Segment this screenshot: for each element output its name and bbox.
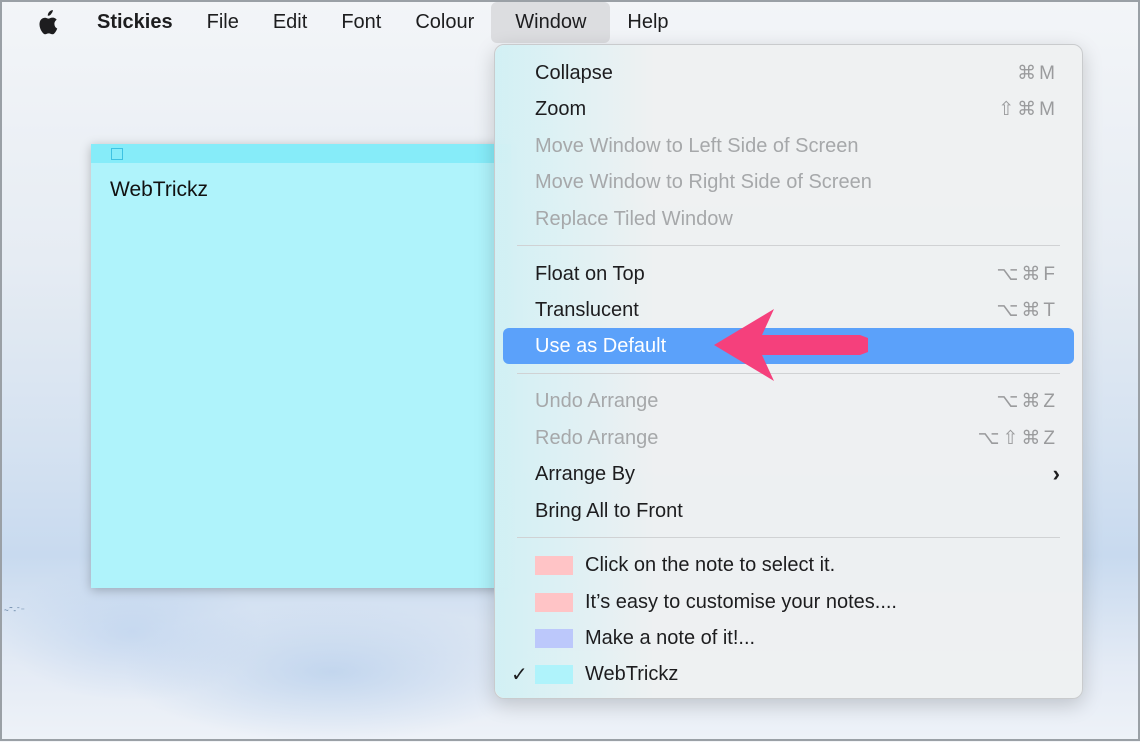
menu-item-label: Use as Default — [535, 334, 667, 357]
menu-item-move-right: Move Window to Right Side of Screen — [503, 164, 1074, 200]
shortcut-label: ⇧⌘M — [998, 98, 1058, 120]
menu-file[interactable]: File — [190, 2, 256, 43]
menu-item-note[interactable]: ✓ WebTrickz — [503, 656, 1074, 692]
menu-item-note[interactable]: Click on the note to select it. — [503, 547, 1074, 583]
menu-font[interactable]: Font — [324, 2, 398, 43]
wallpaper-birds: ~˜-ˉ⁻ — [4, 606, 26, 615]
menu-item-label: Redo Arrange — [535, 426, 659, 449]
menu-item-collapse[interactable]: Collapse ⌘M — [503, 55, 1074, 91]
menu-separator — [517, 537, 1060, 538]
chevron-right-icon: › — [1052, 461, 1060, 486]
shortcut-label: ⌘M — [1017, 62, 1058, 84]
menu-item-note[interactable]: It’s easy to customise your notes.... — [503, 584, 1074, 620]
shortcut-label: ⌥⌘T — [996, 299, 1058, 321]
menu-window[interactable]: Window — [491, 2, 611, 43]
menu-item-label: Arrange By — [535, 462, 636, 485]
menu-item-label: Move Window to Left Side of Screen — [535, 134, 859, 157]
note-title: It’s easy to customise your notes.... — [585, 590, 897, 613]
menu-item-label: Undo Arrange — [535, 389, 659, 412]
menu-edit[interactable]: Edit — [256, 2, 324, 43]
sticky-title-bar[interactable] — [91, 144, 511, 163]
note-color-swatch — [535, 664, 573, 684]
wallpaper-cloud — [122, 602, 542, 742]
menu-item-arrange-by[interactable]: Arrange By › — [503, 456, 1074, 492]
menu-bar: Stickies File Edit Font Colour Window He… — [2, 2, 1138, 43]
note-title: Make a note of it!... — [585, 626, 756, 649]
menu-item-replace-tiled: Replace Tiled Window — [503, 201, 1074, 237]
menu-item-undo-arrange: Undo Arrange ⌥⌘Z — [503, 383, 1074, 419]
checkmark-icon: ✓ — [511, 663, 528, 686]
menu-item-redo-arrange: Redo Arrange ⌥⇧⌘Z — [503, 420, 1074, 456]
pink-arrow-annotation-icon — [714, 309, 868, 381]
shortcut-label: ⌥⇧⌘Z — [977, 427, 1058, 449]
sticky-note-window[interactable]: WebTrickz — [91, 144, 511, 588]
note-title: Click on the note to select it. — [585, 553, 836, 576]
menu-item-note[interactable]: Make a note of it!... — [503, 620, 1074, 656]
menu-item-label: Translucent — [535, 298, 639, 321]
menu-help[interactable]: Help — [610, 2, 685, 43]
menu-item-zoom[interactable]: Zoom ⇧⌘M — [503, 91, 1074, 127]
shortcut-label: ⌥⌘F — [996, 263, 1058, 285]
menu-item-move-left: Move Window to Left Side of Screen — [503, 128, 1074, 164]
sticky-note-text[interactable]: WebTrickz — [110, 178, 208, 202]
menu-item-label: Bring All to Front — [535, 499, 683, 522]
menu-item-label: Float on Top — [535, 262, 645, 285]
menu-colour[interactable]: Colour — [398, 2, 491, 43]
note-color-swatch — [535, 592, 573, 612]
note-title: WebTrickz — [585, 662, 679, 685]
menu-item-label: Collapse — [535, 61, 613, 84]
note-color-swatch — [535, 555, 573, 575]
menu-item-float-on-top[interactable]: Float on Top ⌥⌘F — [503, 256, 1074, 292]
note-color-swatch — [535, 628, 573, 648]
apple-logo-icon[interactable] — [2, 2, 80, 43]
menu-stickies[interactable]: Stickies — [80, 2, 190, 43]
menu-item-bring-all-to-front[interactable]: Bring All to Front — [503, 493, 1074, 529]
menu-separator — [517, 245, 1060, 246]
close-icon[interactable] — [111, 148, 123, 160]
menu-item-label: Replace Tiled Window — [535, 207, 733, 230]
menu-item-label: Zoom — [535, 97, 587, 120]
shortcut-label: ⌥⌘Z — [996, 390, 1058, 412]
menu-item-label: Move Window to Right Side of Screen — [535, 170, 872, 193]
